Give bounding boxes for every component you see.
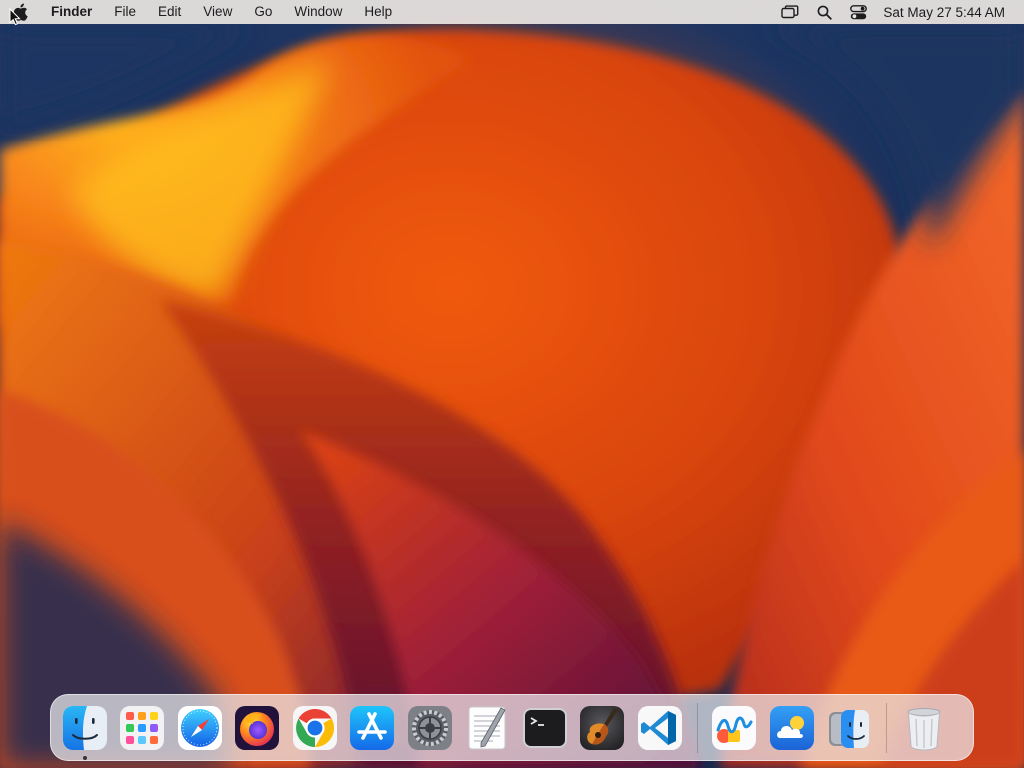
wallpaper-art [0, 24, 1024, 768]
menu-edit[interactable]: Edit [147, 0, 192, 24]
mouse-pointer-icon [9, 8, 21, 26]
trash-icon [907, 707, 941, 751]
dock-item-garageband[interactable] [574, 698, 632, 758]
launchpad-icon [120, 705, 165, 750]
menu-help[interactable]: Help [353, 0, 403, 24]
dock-item-safari[interactable] [171, 698, 229, 758]
terminal-icon [522, 707, 567, 748]
spotlight-button[interactable] [807, 0, 841, 24]
weather-icon [769, 705, 814, 750]
dock-item-migration-assistant[interactable] [821, 698, 879, 758]
running-indicator [82, 755, 87, 760]
control-center-button[interactable] [841, 0, 875, 24]
dock-item-launchpad[interactable] [114, 698, 172, 758]
menu-app-name[interactable]: Finder [40, 0, 103, 24]
dock-item-weather[interactable] [763, 698, 821, 758]
dock-divider [886, 702, 887, 753]
dock-divider [696, 702, 698, 753]
menubar-status-area: Sat May 27 5:44 AM [773, 0, 1024, 24]
firefox-icon [235, 705, 280, 750]
safari-icon [177, 705, 222, 750]
system-settings-icon [407, 705, 452, 750]
screen-mirroring-button[interactable] [773, 0, 807, 24]
menubar-clock[interactable]: Sat May 27 5:44 AM [875, 5, 1016, 20]
menu-go[interactable]: Go [243, 0, 283, 24]
textedit-icon [468, 706, 506, 749]
menu-window[interactable]: Window [283, 0, 353, 24]
menu-file[interactable]: File [103, 0, 147, 24]
dock-item-trash[interactable] [895, 698, 953, 758]
dock-item-app-store[interactable] [344, 698, 402, 758]
app-store-icon [350, 705, 395, 750]
migration-assistant-icon [829, 709, 870, 748]
screen-mirroring-icon [781, 5, 799, 19]
menu-view[interactable]: View [192, 0, 243, 24]
dock-item-freeform[interactable] [706, 698, 764, 758]
chrome-icon [292, 705, 337, 750]
dock [50, 694, 974, 761]
dock-item-vscode[interactable] [631, 698, 689, 758]
dock-item-system-settings[interactable] [401, 698, 459, 758]
dock-item-chrome[interactable] [286, 698, 344, 758]
garageband-icon [580, 705, 625, 750]
dock-item-firefox[interactable] [229, 698, 287, 758]
vscode-icon [637, 705, 682, 750]
menu-bar: Finder File Edit View Go Window Help Sat… [0, 0, 1024, 24]
freeform-icon [712, 705, 757, 750]
dock-item-terminal[interactable] [516, 698, 574, 758]
spotlight-search-icon [817, 5, 832, 20]
dock-item-textedit[interactable] [459, 698, 517, 758]
desktop-wallpaper [0, 0, 1024, 768]
finder-icon [62, 705, 107, 750]
control-center-icon [850, 4, 867, 19]
dock-item-finder[interactable] [56, 698, 114, 760]
